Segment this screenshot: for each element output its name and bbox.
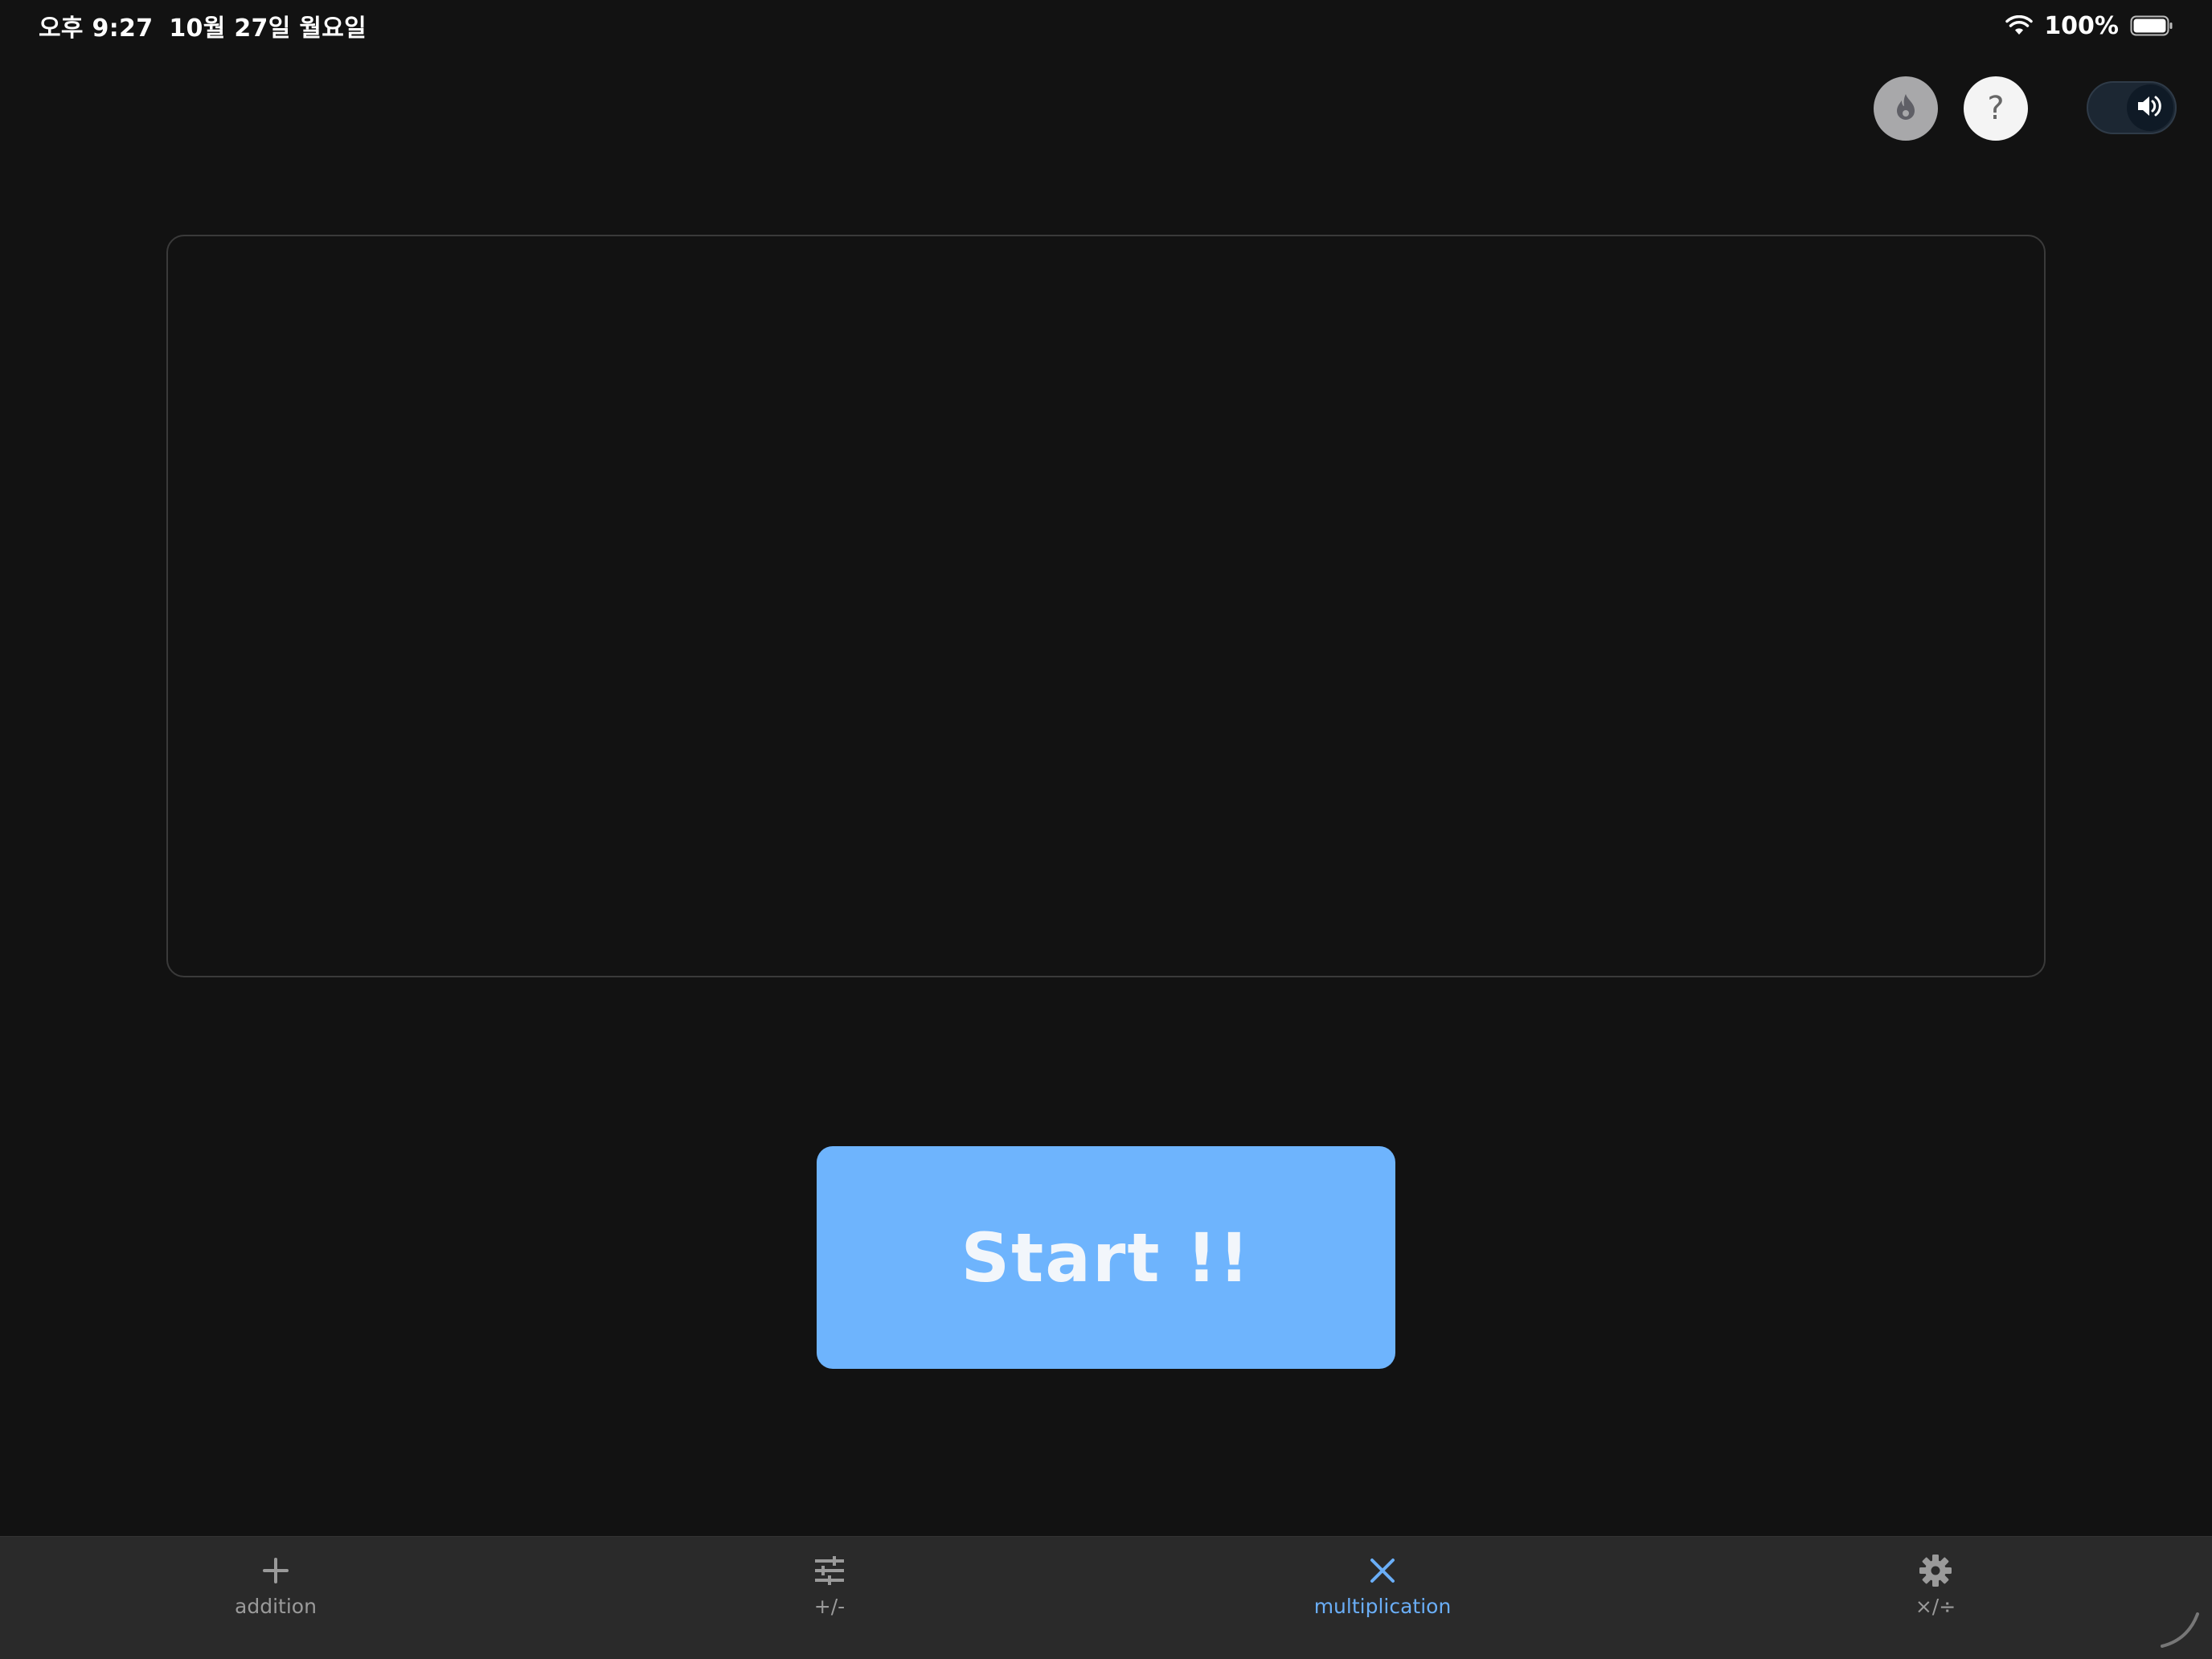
problem-display-panel <box>166 235 2046 977</box>
battery-percent: 100% <box>2044 11 2119 40</box>
status-time: 오후 9:27 <box>39 14 154 43</box>
times-icon <box>1363 1551 1402 1590</box>
tab-label-times-divide: ×/÷ <box>1915 1595 1956 1618</box>
wifi-icon <box>2005 15 2034 36</box>
streak-button[interactable] <box>1874 76 1938 141</box>
tab-multiplication[interactable]: multiplication <box>1254 1551 1511 1632</box>
status-date: 10월 27일 월요일 <box>169 14 367 43</box>
tab-addition[interactable]: addition <box>147 1551 404 1632</box>
tab-bar: addition +/- multiplication ×/÷ <box>0 1536 2212 1659</box>
help-button[interactable]: ? <box>1964 76 2028 141</box>
resize-corner-icon <box>2156 1604 2204 1653</box>
sliders-icon <box>810 1551 849 1590</box>
status-bar-left: 오후 9:27 10월 27일 월요일 <box>39 10 367 43</box>
tab-label-addition: addition <box>235 1595 317 1618</box>
tab-times-divide[interactable]: ×/÷ <box>1807 1551 2064 1632</box>
tab-label-plus-minus: +/- <box>813 1595 846 1618</box>
sound-toggle[interactable] <box>2087 81 2177 134</box>
flame-icon <box>1894 92 1918 125</box>
speaker-icon <box>2136 94 2164 121</box>
tab-plus-minus[interactable]: +/- <box>701 1551 958 1632</box>
sound-toggle-knob <box>2127 84 2173 131</box>
status-bar-right: 100% <box>2005 10 2173 42</box>
tab-label-multiplication: multiplication <box>1313 1595 1452 1618</box>
plus-icon <box>256 1551 295 1590</box>
battery-icon <box>2130 15 2173 36</box>
start-button[interactable]: Start !! <box>817 1146 1395 1369</box>
gear-icon <box>1916 1551 1955 1590</box>
app-screen: 오후 9:27 10월 27일 월요일 100% ? Start !! addi… <box>0 0 2212 1659</box>
help-label: ? <box>1987 90 2005 127</box>
